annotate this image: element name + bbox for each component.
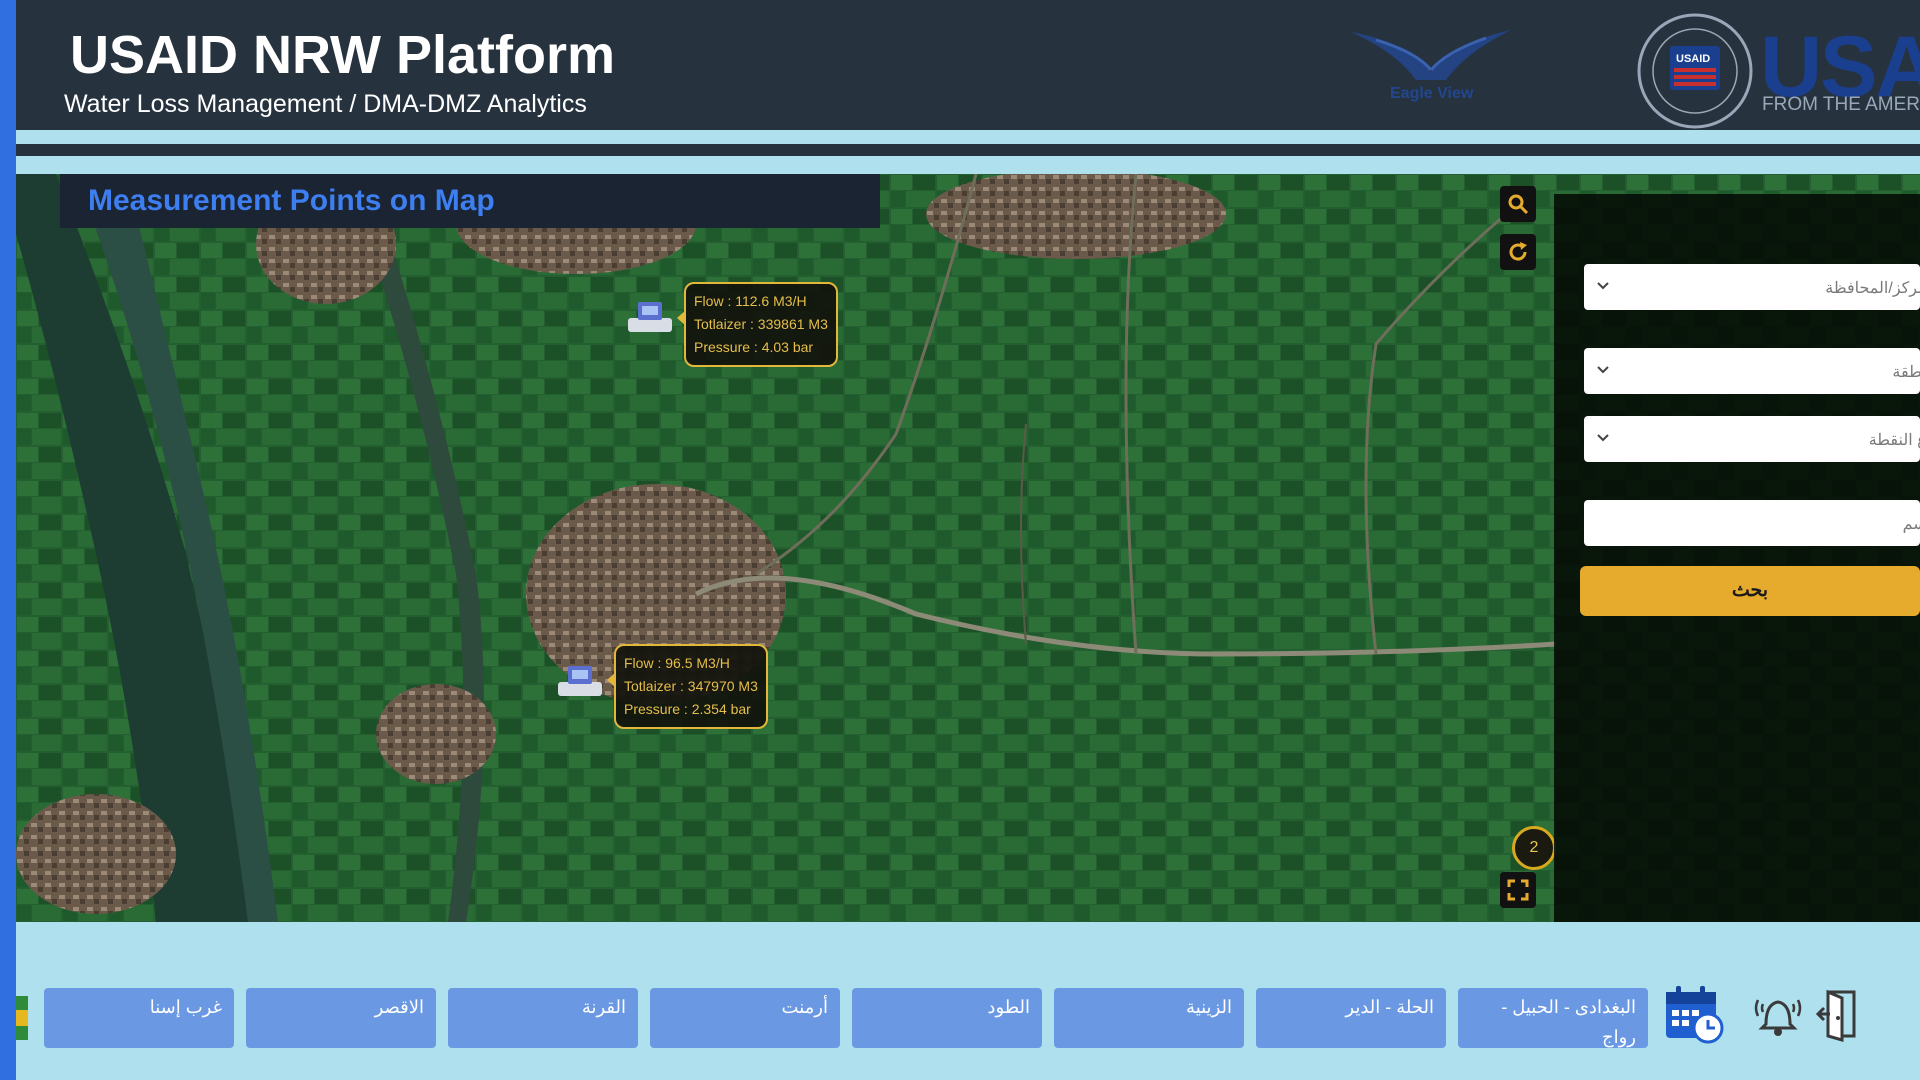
header-divider-light	[16, 130, 1920, 144]
meter-totalizer: Totlaizer : 347970 M3	[624, 678, 758, 694]
tooltip-arrow	[607, 672, 616, 688]
app-root: USAID NRW Platform Water Loss Management…	[0, 0, 1920, 1080]
flow-meter-icon[interactable]	[628, 298, 672, 336]
usaid-seal: USAID	[1637, 13, 1753, 129]
satellite-map[interactable]: Measurement Points on Map Flow: 112.6 M…	[16, 174, 1920, 922]
alarm-bell-icon[interactable]	[1750, 986, 1806, 1042]
calendar-clock-icon[interactable]	[1662, 982, 1726, 1046]
city-button-luxor[interactable]: الاقصر	[246, 988, 436, 1048]
name-placeholder: ...سم	[1902, 516, 1920, 533]
map-heading-panel: Measurement Points on Map	[60, 174, 880, 228]
governorate-placeholder: ...مركز/المحافظة	[1825, 280, 1920, 297]
chevron-down-icon	[1597, 366, 1609, 374]
app-title: USAID NRW Platform	[70, 25, 616, 85]
eagle-logo-text: Eagle View	[1390, 85, 1474, 102]
logout-door-icon[interactable]	[1814, 986, 1866, 1042]
search-panel: ...مركز/المحافظة ...نطقة ...ع النقطة ...…	[1554, 194, 1920, 922]
meter-tooltip: Flow : 112.6 M3/H Totlaizer : 339861 M3 …	[677, 282, 838, 367]
app-header: USAID NRW Platform Water Loss Management…	[16, 0, 1920, 130]
meter-pressure: Pressure : 2.354 bar	[624, 701, 751, 717]
city-button-hilla-dair[interactable]: الحلة - الدير	[1256, 988, 1446, 1048]
chevron-down-icon	[1597, 282, 1609, 290]
map-fullscreen-button[interactable]	[1500, 872, 1536, 908]
marker-cluster[interactable]: 2	[1512, 826, 1556, 870]
bottom-bar: غرب إسنا الاقصر القرنة أرمنت الطود الزين…	[16, 922, 1920, 1080]
meter-flow: Flow : 96.5 M3/H	[624, 655, 730, 671]
map-heading: Measurement Points on Map	[88, 184, 495, 217]
name-input[interactable]: ...سم	[1584, 500, 1920, 546]
header-divider-dark	[16, 144, 1920, 156]
city-button-qurna[interactable]: القرنة	[448, 988, 638, 1048]
app-subtitle: Water Loss Management / DMA-DMZ Analytic…	[64, 90, 587, 118]
meter-tooltip: Flow : 96.5 M3/H Totlaizer : 347970 M3 P…	[607, 644, 768, 729]
meter-flow: Flow : 112.6 M3/H	[694, 293, 807, 309]
region-placeholder: ...نطقة	[1892, 364, 1920, 381]
city-button-tod[interactable]: الطود	[852, 988, 1042, 1048]
fullscreen-icon	[1507, 879, 1529, 901]
usaid-tagline: FROM THE AMERICAN	[1762, 94, 1920, 115]
governorate-select[interactable]: ...مركز/المحافظة	[1584, 264, 1920, 310]
flow-meter-icon[interactable]	[558, 662, 602, 700]
city-button-armant[interactable]: أرمنت	[650, 988, 840, 1048]
left-accent-stripe	[0, 0, 16, 1080]
search-icon	[1508, 194, 1529, 215]
header-divider-light-2	[16, 156, 1920, 174]
meter-pressure: Pressure : 4.03 bar	[694, 339, 814, 355]
eagle-view-logo: Eagle View	[1351, 30, 1511, 102]
search-button[interactable]: بحث	[1580, 566, 1920, 616]
region-select[interactable]: ...نطقة	[1584, 348, 1920, 394]
seal-text: USAID	[1676, 53, 1710, 65]
flag-icon	[16, 996, 28, 1040]
city-button-zeiniya[interactable]: الزينية	[1054, 988, 1244, 1048]
map-search-button[interactable]	[1500, 186, 1536, 222]
meter-totalizer: Totlaizer : 339861 M3	[694, 316, 828, 332]
city-button-west-esna[interactable]: غرب إسنا	[44, 988, 234, 1048]
city-button-baghdadi[interactable]: البغدادى - الحبيل - رواج	[1458, 988, 1648, 1048]
tooltip-arrow	[677, 310, 686, 326]
chevron-down-icon	[1597, 434, 1609, 442]
refresh-icon	[1509, 242, 1527, 261]
point-type-placeholder: ...ع النقطة	[1868, 432, 1920, 449]
map-refresh-button[interactable]	[1500, 234, 1536, 270]
point-type-select[interactable]: ...ع النقطة	[1584, 416, 1920, 462]
